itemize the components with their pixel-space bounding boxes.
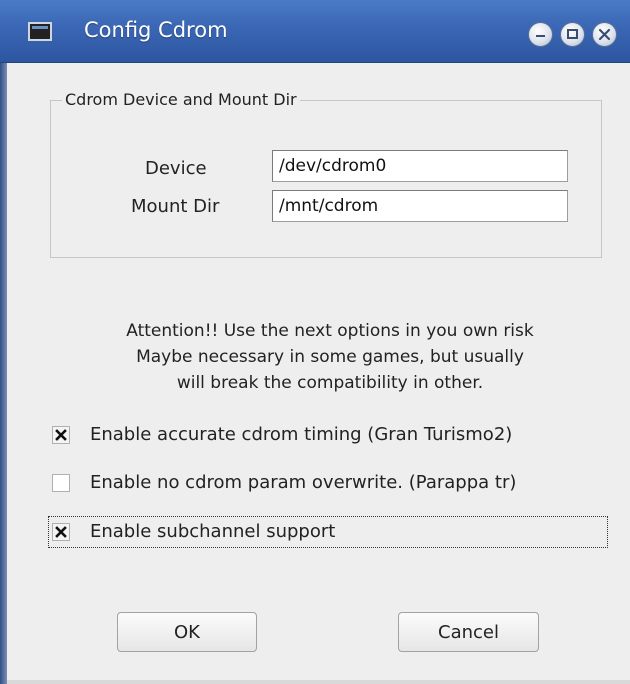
- maximize-button[interactable]: [560, 22, 585, 47]
- mount-dir-label: Mount Dir: [131, 196, 220, 217]
- minimize-icon: [536, 35, 545, 37]
- maximize-icon: [567, 29, 578, 39]
- device-label: Device: [145, 158, 207, 179]
- minimize-button[interactable]: [528, 22, 553, 47]
- accurate-timing-label: Enable accurate cdrom timing (Gran Turis…: [90, 424, 513, 445]
- attention-line-3: will break the compatibility in other.: [176, 373, 484, 393]
- window-left-edge: [0, 63, 7, 684]
- mount-dir-input[interactable]: [272, 190, 568, 222]
- title-bar[interactable]: Config Cdrom: [0, 0, 630, 63]
- cancel-button[interactable]: Cancel: [398, 612, 539, 652]
- window-app-icon[interactable]: [28, 22, 52, 41]
- attention-line-2: Maybe necessary in some games, but usual…: [136, 347, 524, 367]
- close-button[interactable]: [592, 22, 617, 47]
- subchannel-checkbox[interactable]: [52, 523, 70, 541]
- device-input[interactable]: [272, 150, 568, 182]
- attention-line-1: Attention!! Use the next options in you …: [126, 321, 534, 341]
- groupbox-title: Cdrom Device and Mount Dir: [62, 90, 300, 109]
- window-bottom-edge: [7, 680, 630, 684]
- check-x-icon: [55, 526, 67, 538]
- no-param-overwrite-label: Enable no cdrom param overwrite. (Parapp…: [90, 472, 517, 493]
- check-x-icon: [55, 429, 67, 441]
- window-title: Config Cdrom: [84, 18, 228, 42]
- close-icon: [598, 28, 611, 41]
- no-param-overwrite-checkbox[interactable]: [52, 474, 70, 492]
- accurate-timing-checkbox[interactable]: [52, 426, 70, 444]
- option-subchannel[interactable]: Enable subchannel support: [48, 516, 608, 548]
- ok-button[interactable]: OK: [117, 612, 257, 652]
- attention-text: Attention!! Use the next options in you …: [60, 318, 600, 396]
- subchannel-label: Enable subchannel support: [90, 521, 336, 542]
